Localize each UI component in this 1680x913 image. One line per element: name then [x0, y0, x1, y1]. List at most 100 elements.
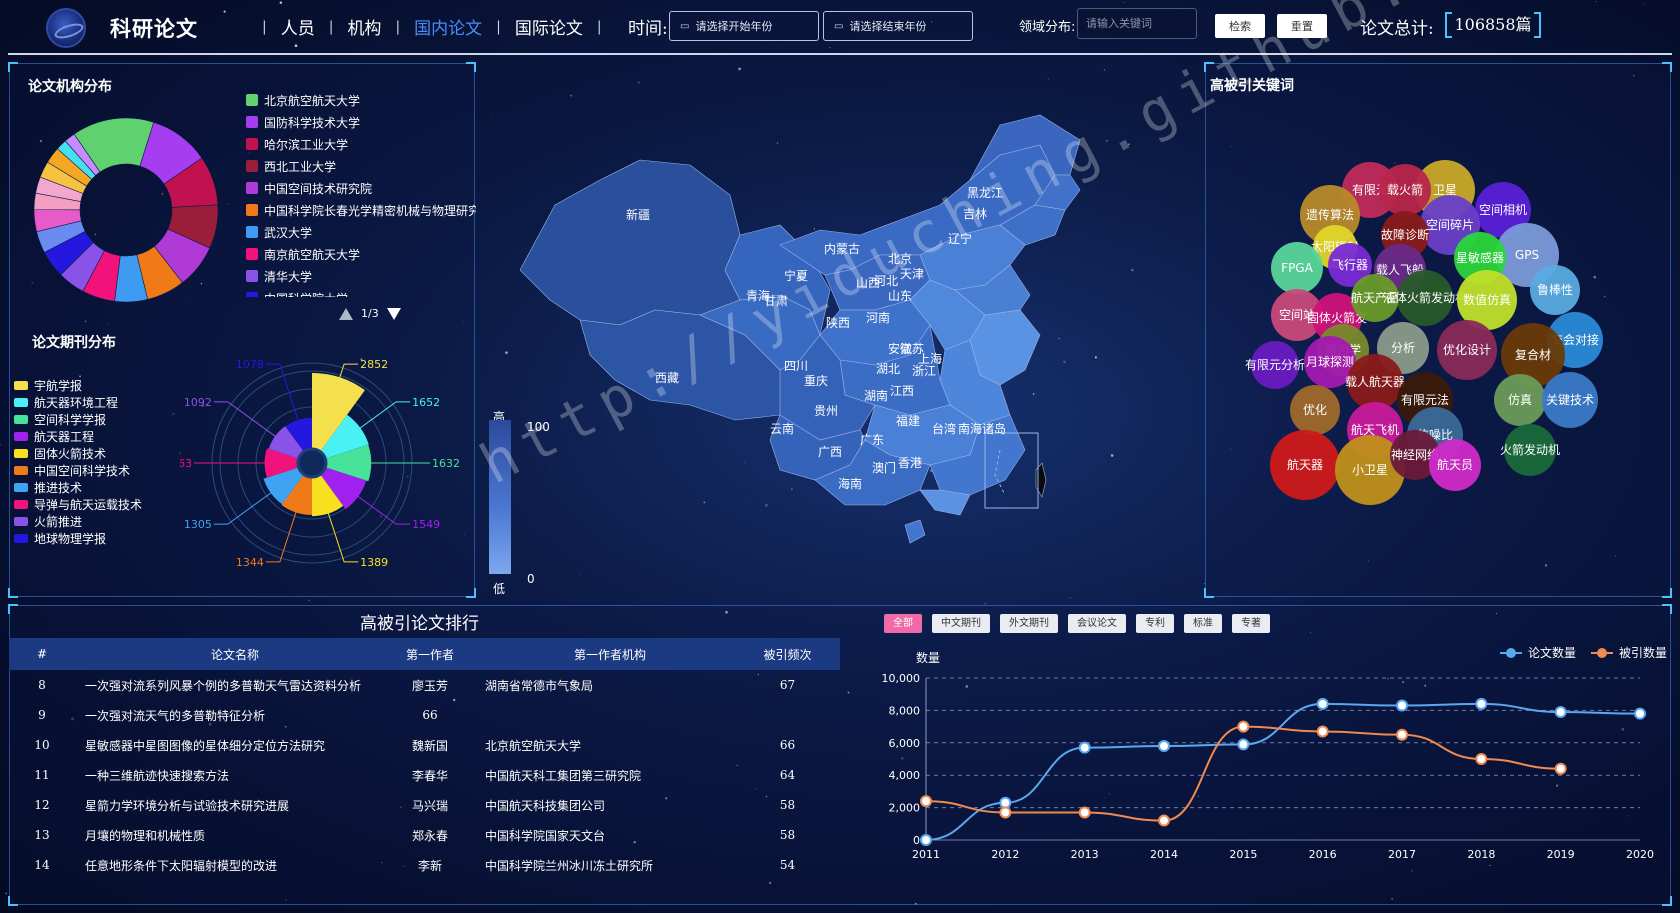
institution-legend-item[interactable]: 南京航空航天大学 [246, 243, 476, 265]
nav-item-people[interactable]: 人员 [281, 14, 315, 39]
end-year-picker[interactable]: ▭ 请选择结束年份 [823, 11, 973, 41]
china-map[interactable]: 新疆西藏青海甘肃宁夏内蒙古黑龙江吉林辽宁北京天津河北山西山东陕西 河南四川重庆湖北… [480, 85, 1130, 585]
filter-tab[interactable]: 专利 [1136, 614, 1174, 633]
province-shape[interactable] [519, 159, 741, 326]
institution-legend-item[interactable]: 清华大学 [246, 265, 476, 287]
filter-tab[interactable]: 中文期刊 [932, 614, 990, 633]
journal-legend-item[interactable]: 航天器工程 [14, 428, 142, 445]
col-header-num[interactable]: # [9, 638, 75, 670]
keyword-bubble[interactable]: 鲁棒性 [1530, 265, 1580, 315]
journal-legend-item[interactable]: 固体火箭技术 [14, 445, 142, 462]
rose-label-line [213, 401, 279, 439]
journal-legend-item[interactable]: 推进技术 [14, 479, 142, 496]
keyword-bubble[interactable]: 仿真 [1494, 374, 1546, 426]
col-header-title[interactable]: 论文名称 [75, 638, 385, 670]
start-year-picker[interactable]: ▭ 请选择开始年份 [669, 11, 819, 41]
journal-legend-item[interactable]: 导弹与航天运载技术 [14, 496, 142, 513]
page-up-icon[interactable] [339, 307, 353, 320]
star-dot [5, 892, 8, 895]
journal-legend-item[interactable]: 地球物理学报 [14, 530, 142, 547]
keyword-bubble-chart[interactable]: 卫星有限元空间相机遗传算法载火箭空间碎片GPS故障诊断太阳辐射星敏感器FPGA 飞… [1245, 130, 1635, 530]
data-point[interactable] [1396, 728, 1408, 741]
data-point[interactable] [1396, 699, 1408, 712]
data-point[interactable] [1078, 741, 1091, 754]
journal-legend-item[interactable]: 空间科学学报 [14, 411, 142, 428]
institution-legend-item[interactable]: 中国空间技术研究院 [246, 177, 476, 199]
filter-tab[interactable]: 外文期刊 [1000, 614, 1058, 633]
province-shape[interactable] [919, 489, 971, 516]
data-point[interactable] [1237, 720, 1250, 733]
keyword-bubble[interactable]: 关键技术 [1542, 372, 1598, 428]
journal-legend-item[interactable]: 航天器环境工程 [14, 394, 142, 411]
province-shape[interactable] [904, 519, 926, 544]
filter-tab[interactable]: 会议论文 [1068, 614, 1126, 633]
institution-legend-item[interactable]: 武汉大学 [246, 221, 476, 243]
data-point[interactable] [1078, 806, 1091, 819]
data-point[interactable] [1554, 762, 1567, 775]
province-label: 吉林 [963, 207, 987, 221]
keyword-bubble[interactable]: 航天员 [1429, 439, 1481, 491]
search-button[interactable]: 检索 [1215, 14, 1265, 38]
filter-tab[interactable]: 标准 [1184, 614, 1222, 633]
institution-legend-label: 清华大学 [264, 269, 313, 284]
institution-legend-item[interactable]: 北京航空航天大学 [246, 89, 476, 111]
legend-swatch [14, 534, 28, 543]
col-header-citations[interactable]: 被引频次 [735, 638, 840, 670]
nav-item-domestic-papers[interactable]: 国内论文 [414, 14, 482, 39]
institution-legend-item[interactable]: 国防科学技术大学 [246, 111, 476, 133]
keyword-label: 空间碎片 [1426, 217, 1474, 232]
institution-legend-item[interactable]: 中国科学院长春光学精密机械与物理研究 [246, 199, 476, 221]
data-point[interactable] [1316, 725, 1329, 738]
nav-item-international-papers[interactable]: 国际论文 [515, 14, 583, 39]
institution-donut-chart[interactable] [28, 112, 224, 308]
keyword-search-input[interactable] [1077, 8, 1197, 39]
table-row[interactable]: 14 任意地形条件下太阳辐射模型的改进 李新 中国科学院兰州冰川冻土研究所 54 [9, 850, 840, 880]
data-point[interactable] [1158, 814, 1170, 827]
institution-legend-item[interactable]: 西北工业大学 [246, 155, 476, 177]
data-point[interactable] [1554, 706, 1567, 719]
data-point[interactable] [1634, 707, 1646, 720]
keyword-bubble[interactable]: 优化设计 [1437, 320, 1497, 380]
table-row[interactable]: 8 一次强对流系列风暴个例的多普勒天气雷达资料分析 廖玉芳 湖南省常德市气象局 67 [9, 670, 840, 700]
institution-legend-item[interactable]: 中国科学院大学 [246, 287, 476, 297]
keyword-bubble[interactable]: 载火箭 [1379, 164, 1431, 216]
data-point[interactable] [1475, 697, 1488, 710]
citation-count: 54 [779, 858, 796, 872]
page-down-icon[interactable] [386, 307, 401, 320]
filter-tab[interactable]: 专著 [1232, 614, 1270, 633]
data-point[interactable] [999, 796, 1012, 809]
col-header-author[interactable]: 第一作者 [385, 638, 475, 670]
filter-tab[interactable]: 全部 [884, 614, 922, 633]
journal-legend-item[interactable]: 宇航学报 [14, 377, 142, 394]
province-label: 云南 [770, 421, 794, 436]
keyword-bubble[interactable]: FPGA [1271, 242, 1323, 294]
reset-button[interactable]: 重置 [1277, 14, 1327, 38]
journal-legend-label: 地球物理学报 [34, 532, 107, 546]
data-point[interactable] [920, 834, 932, 846]
table-row[interactable]: 11 一种三维航迹快速搜索方法 李春华 中国航天科工集团第三研究院 64 [9, 760, 840, 790]
first-author-org: 中国科学院兰州冰川冻土研究所 [485, 858, 654, 873]
table-row[interactable]: 12 星箭力学环境分析与试验技术研究进展 马兴瑞 中国航天科技集团公司 58 [9, 790, 840, 820]
table-row[interactable]: 13 月壤的物理和机械性质 郑永春 中国科学院国家天文台 58 [9, 820, 840, 850]
institution-legend-item[interactable]: 哈尔滨工业大学 [246, 133, 476, 155]
col-header-org[interactable]: 第一作者机构 [475, 638, 735, 670]
trend-line-chart[interactable]: 数量 0 2,000 4,000 6,000 8,000 10,000 2011 2012 201… [880, 640, 1655, 870]
journal-legend-item[interactable]: 火箭推进 [14, 513, 142, 530]
keyword-bubble[interactable]: 火箭发动机 [1500, 424, 1560, 476]
star-dot [308, 599, 310, 601]
data-point[interactable] [1316, 697, 1329, 710]
keyword-bubble[interactable]: 优化 [1290, 385, 1340, 435]
data-point[interactable] [920, 795, 932, 808]
journal-legend-item[interactable]: 中国空间科学技术 [14, 462, 142, 479]
map-scale-bar[interactable] [489, 420, 511, 574]
keyword-bubble[interactable]: 航天器 [1270, 430, 1340, 500]
journal-rose-chart[interactable]: 2852 1652 1632 1549 1389 1344 1305 1163 1092 1078 [180, 350, 460, 580]
table-row[interactable]: 10 星敏感器中星图图像的星体细分定位方法研究 魏新国 北京航空航天大学 66 [9, 730, 840, 760]
table-row[interactable]: 9 一次强对流天气的多普勒特征分析 66 [9, 700, 840, 730]
data-point[interactable] [1475, 753, 1488, 765]
data-point[interactable] [999, 806, 1012, 819]
data-point[interactable] [1237, 738, 1250, 751]
nav-item-institutions[interactable]: 机构 [347, 14, 381, 39]
data-point[interactable] [1158, 740, 1170, 753]
keyword-bubble[interactable]: 有限元分析 [1245, 341, 1305, 389]
